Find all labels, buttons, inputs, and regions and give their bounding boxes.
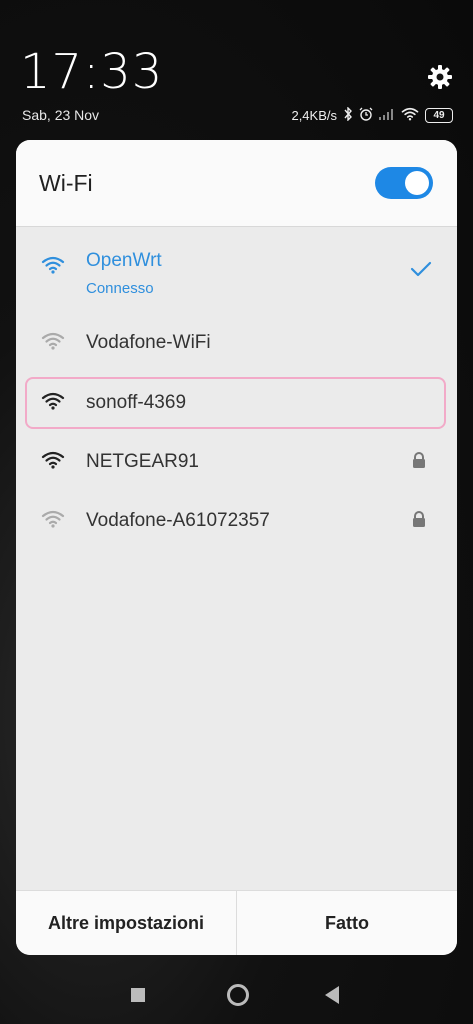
panel-footer: Altre impostazioni Fatto [16,890,457,955]
navigation-bar [0,960,473,1024]
wifi-panel: Wi-Fi OpenWrt Connesso Vodafone-WiFi son… [16,140,457,955]
wifi-toggle[interactable] [375,167,433,199]
date: Sab, 23 Nov [22,107,100,123]
wifi-icon [41,510,65,528]
network-name: NETGEAR91 [86,451,199,472]
network-item-openwrt[interactable]: OpenWrt Connesso [25,242,445,302]
network-name: OpenWrt [86,250,162,271]
connection-status: Connesso [86,280,154,297]
lock-icon [410,510,428,528]
network-item-vodafone-a61072357[interactable]: Vodafone-A61072357 [25,496,445,546]
network-name: Vodafone-WiFi [86,332,211,353]
more-settings-button[interactable]: Altre impostazioni [16,891,236,955]
alarm-icon [359,107,373,124]
signal-icon [379,108,395,123]
clock: 17:33 [20,44,164,100]
network-name: sonoff-4369 [86,392,187,413]
network-speed: 2,4KB/s [291,107,337,123]
recents-icon[interactable] [131,988,145,1002]
gear-icon[interactable] [427,64,453,90]
panel-title: Wi-Fi [39,170,93,196]
wifi-icon [401,107,419,124]
lock-icon [410,451,428,469]
wifi-icon [41,392,65,410]
home-icon[interactable] [227,984,249,1006]
done-button[interactable]: Fatto [236,891,457,955]
network-item-netgear91[interactable]: NETGEAR91 [25,437,445,487]
network-item-sonoff[interactable]: sonoff-4369 [25,377,446,429]
battery-indicator: 49 [425,107,453,123]
bluetooth-icon [343,105,353,124]
back-icon[interactable] [325,986,339,1004]
toggle-knob [405,171,429,195]
wifi-panel-header: Wi-Fi [16,140,457,227]
wifi-icon [41,256,65,274]
check-icon [409,260,433,278]
wifi-icon [41,451,65,469]
network-item-vodafone-wifi[interactable]: Vodafone-WiFi [25,318,445,368]
wifi-icon [41,332,65,350]
status-bar-right: 2,4KB/s 49 [291,105,453,124]
network-name: Vodafone-A61072357 [86,510,270,531]
status-area: 17:33 Sab, 23 Nov 2,4KB/s 49 [0,0,473,140]
